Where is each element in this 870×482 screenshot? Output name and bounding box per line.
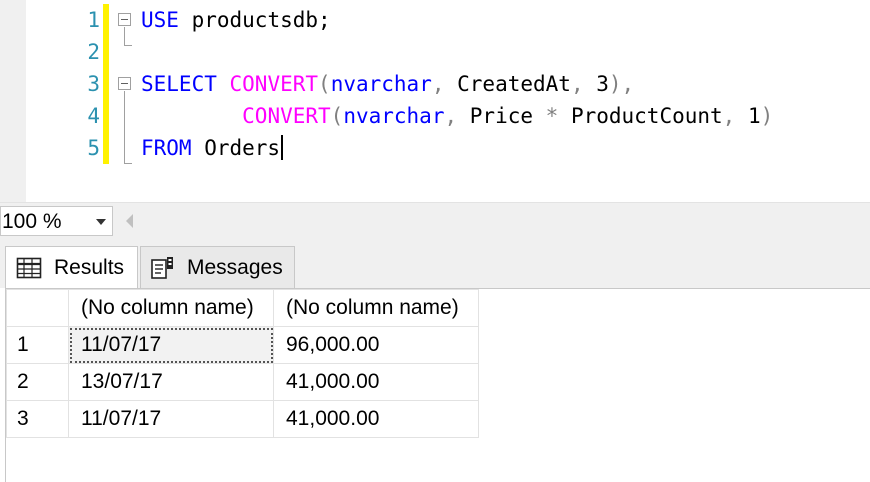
fold-guide: [124, 27, 125, 45]
chevron-down-icon[interactable]: [96, 219, 106, 225]
table-cell[interactable]: 41,000.00: [273, 363, 479, 401]
sql-keyword: SELECT: [141, 72, 217, 96]
sql-identifier: ProductCount: [570, 104, 723, 128]
line-number: 3: [87, 72, 100, 96]
code-line-4[interactable]: 4 CONVERT(nvarchar, Price * ProductCount…: [0, 100, 870, 132]
results-grid[interactable]: (No column name) (No column name) 1 11/0…: [5, 288, 870, 482]
sql-identifier: productsdb;: [178, 8, 331, 32]
row-number-header[interactable]: [6, 289, 69, 327]
table-row[interactable]: 1 11/07/17 96,000.00: [6, 326, 479, 364]
modified-bar: [103, 36, 109, 68]
sql-identifier: CreatedAt: [457, 72, 571, 96]
column-header[interactable]: (No column name): [68, 289, 274, 327]
sql-keyword: nvarchar: [343, 104, 445, 128]
sql-operator: ,: [570, 72, 597, 96]
sql-operator: ,: [431, 72, 458, 96]
table-row[interactable]: 2 13/07/17 41,000.00: [6, 363, 479, 401]
sql-function: CONVERT: [242, 104, 331, 128]
code-text[interactable]: FROM Orders: [141, 132, 284, 164]
table-cell[interactable]: 11/07/17: [68, 400, 274, 438]
results-table: (No column name) (No column name) 1 11/0…: [6, 289, 479, 438]
sql-function: CONVERT: [229, 72, 319, 96]
row-number[interactable]: 2: [6, 363, 69, 401]
modified-bar: [103, 100, 109, 132]
line-number: 5: [87, 136, 100, 160]
sql-identifier: 1: [747, 104, 761, 128]
fold-guide-end: [124, 163, 132, 164]
modified-bar: [103, 68, 109, 100]
tab-messages[interactable]: Messages: [140, 246, 295, 288]
table-cell[interactable]: 96,000.00: [273, 326, 479, 364]
header-row: (No column name) (No column name): [6, 289, 479, 327]
messages-icon: [151, 256, 173, 279]
row-number[interactable]: 1: [6, 326, 69, 364]
sql-identifier: Orders: [191, 136, 281, 160]
sql-identifier: [217, 72, 230, 96]
code-text[interactable]: SELECT CONVERT(nvarchar, CreatedAt, 3),: [141, 68, 634, 100]
sql-keyword: USE: [141, 8, 179, 32]
row-number[interactable]: 3: [6, 400, 69, 438]
scroll-left-arrow-icon[interactable]: [126, 214, 133, 228]
zoom-value: 100 %: [2, 210, 62, 233]
modified-bar: [103, 132, 109, 164]
tab-results-label: Results: [54, 255, 125, 279]
sql-identifier: 3: [596, 72, 609, 96]
text-caret: [281, 135, 284, 160]
code-line-5[interactable]: 5 FROM Orders: [0, 132, 870, 164]
sql-identifier: Price: [469, 104, 533, 128]
line-number: 1: [87, 8, 100, 32]
result-tabs: Results Messages: [0, 238, 870, 288]
editor-status-strip: 100 %: [0, 202, 870, 238]
code-line-1[interactable]: 1 USE productsdb;: [0, 4, 870, 36]
sql-operator: ,: [444, 104, 470, 128]
table-row[interactable]: 3 11/07/17 41,000.00: [6, 400, 479, 438]
code-text[interactable]: USE productsdb;: [141, 4, 331, 36]
sql-operator: ,: [722, 104, 748, 128]
sql-keyword: nvarchar: [330, 72, 432, 96]
sql-operator: ),: [608, 72, 635, 96]
tab-messages-label: Messages: [187, 255, 283, 279]
fold-guide: [124, 91, 125, 163]
sql-operator: (: [330, 104, 344, 128]
code-text[interactable]: CONVERT(nvarchar, Price * ProductCount, …: [141, 100, 773, 132]
collapse-icon[interactable]: [118, 77, 131, 90]
grid-icon: [16, 257, 42, 278]
sql-operator: *: [533, 104, 571, 128]
sql-identifier: [141, 104, 242, 128]
line-number: 2: [87, 40, 100, 64]
fold-guide-end: [124, 45, 132, 46]
collapse-icon[interactable]: [118, 13, 131, 26]
table-cell[interactable]: 13/07/17: [68, 363, 274, 401]
modified-bar: [103, 4, 109, 36]
sql-keyword: FROM: [141, 136, 192, 160]
table-cell-selected[interactable]: 11/07/17: [68, 326, 274, 364]
tab-results[interactable]: Results: [5, 246, 138, 288]
code-line-2[interactable]: 2: [0, 36, 870, 68]
table-cell[interactable]: 41,000.00: [273, 400, 479, 438]
code-line-3[interactable]: 3 SELECT CONVERT(nvarchar, CreatedAt, 3)…: [0, 68, 870, 100]
sql-operator: (: [318, 72, 331, 96]
query-editor[interactable]: 1 USE productsdb; 2 3 SELECT CONVERT(nva…: [0, 0, 870, 202]
line-number: 4: [87, 104, 100, 128]
column-header[interactable]: (No column name): [273, 289, 479, 327]
zoom-dropdown[interactable]: 100 %: [0, 206, 113, 236]
sql-operator: ): [760, 104, 774, 128]
